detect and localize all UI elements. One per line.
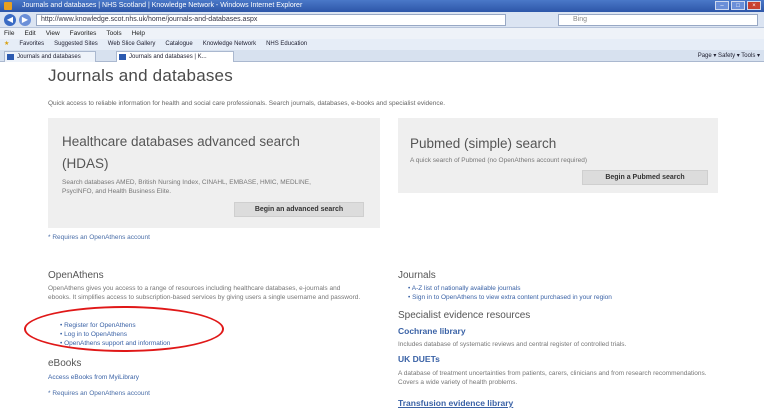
forward-arrow-icon[interactable]: ▶: [19, 14, 31, 26]
browser-logo-icon: [4, 2, 12, 10]
menu-file[interactable]: File: [4, 28, 14, 39]
menu-edit[interactable]: Edit: [24, 28, 35, 39]
address-bar: ◀ ▶ http://www.knowledge.scot.nhs.uk/hom…: [0, 12, 764, 28]
back-arrow-icon[interactable]: ◀: [4, 14, 16, 26]
hdas-description: Search databases AMED, British Nursing I…: [62, 179, 311, 195]
search-input[interactable]: Bing: [558, 14, 758, 26]
command-bar[interactable]: Page ▾ Safety ▾ Tools ▾: [698, 52, 760, 59]
journals-heading: Journals: [398, 270, 436, 281]
url-input[interactable]: http://www.knowledge.scot.nhs.uk/home/jo…: [36, 14, 506, 26]
tab-label: Journals and databases | K...: [129, 54, 207, 60]
window-title-bar: Journals and databases | NHS Scotland | …: [0, 0, 764, 12]
minimize-button[interactable]: –: [715, 1, 729, 10]
favorites-item[interactable]: Favorites: [19, 39, 44, 50]
page-favicon-icon: [119, 54, 126, 60]
link-label: A-Z list of nationally available journal…: [411, 285, 521, 292]
favorites-star-icon[interactable]: ★: [4, 39, 9, 50]
menu-help[interactable]: Help: [132, 28, 145, 39]
menu-view[interactable]: View: [46, 28, 60, 39]
tab-label: Journals and databases: [17, 54, 81, 60]
transfusion-library-link[interactable]: Transfusion evidence library: [398, 398, 513, 408]
maximize-button[interactable]: □: [731, 1, 745, 10]
hdas-title: Healthcare databases advanced search: [62, 134, 300, 149]
favorites-item[interactable]: NHS Education: [266, 39, 307, 50]
hdas-panel: Healthcare databases advanced search (HD…: [48, 118, 380, 228]
menu-favorites[interactable]: Favorites: [70, 28, 97, 39]
pubmed-panel: Pubmed (simple) search A quick search of…: [398, 118, 718, 193]
favorites-bar: ★ Favorites Suggested Sites Web Slice Ga…: [0, 39, 764, 50]
close-window-button[interactable]: ×: [747, 1, 761, 10]
specialist-heading: Specialist evidence resources: [398, 310, 531, 321]
favorites-item[interactable]: Suggested Sites: [54, 39, 98, 50]
hdas-openathens-note[interactable]: * Requires an OpenAthens account: [48, 234, 150, 241]
red-annotation-circle: [24, 306, 224, 352]
hdas-title-abbrev: (HDAS): [62, 156, 109, 171]
cochrane-description: Includes database of systematic reviews …: [398, 341, 627, 348]
openathens-heading: OpenAthens: [48, 270, 104, 281]
menu-bar: File Edit View Favorites Tools Help: [0, 28, 764, 39]
pubmed-description: A quick search of Pubmed (no OpenAthens …: [410, 157, 588, 164]
ebooks-heading: eBooks: [48, 358, 82, 369]
favorites-item[interactable]: Web Slice Gallery: [108, 39, 156, 50]
begin-advanced-search-button[interactable]: Begin an advanced search: [234, 202, 364, 217]
page-title: Journals and databases: [48, 66, 233, 85]
ebooks-openathens-note[interactable]: * Requires an OpenAthens account: [48, 390, 150, 397]
tab-2-active[interactable]: Journals and databases | K...: [116, 51, 234, 62]
openathens-description: OpenAthens gives you access to a range o…: [48, 285, 361, 301]
link-label: Sign in to OpenAthens to view extra cont…: [412, 294, 612, 301]
az-journals-link[interactable]: • A-Z list of nationally available journ…: [408, 285, 520, 292]
regional-content-link[interactable]: • Sign in to OpenAthens to view extra co…: [408, 294, 612, 301]
uk-duets-link[interactable]: UK DUETs: [398, 354, 440, 364]
uk-duets-description: A database of treatment uncertainties fr…: [398, 370, 707, 386]
page-favicon-icon: [7, 54, 14, 60]
window-title: Journals and databases | NHS Scotland | …: [22, 2, 303, 9]
tab-bar: Journals and databases Journals and data…: [0, 50, 764, 62]
favorites-item[interactable]: Catalogue: [165, 39, 192, 50]
cochrane-library-link[interactable]: Cochrane library: [398, 326, 466, 336]
page-intro: Quick access to reliable information for…: [48, 100, 446, 107]
menu-tools[interactable]: Tools: [106, 28, 121, 39]
favorites-item[interactable]: Knowledge Network: [203, 39, 256, 50]
begin-pubmed-search-button[interactable]: Begin a Pubmed search: [582, 170, 708, 185]
tab-1[interactable]: Journals and databases: [4, 51, 96, 62]
access-ebooks-link[interactable]: Access eBooks from MyiLibrary: [48, 374, 139, 381]
pubmed-title: Pubmed (simple) search: [410, 136, 557, 151]
